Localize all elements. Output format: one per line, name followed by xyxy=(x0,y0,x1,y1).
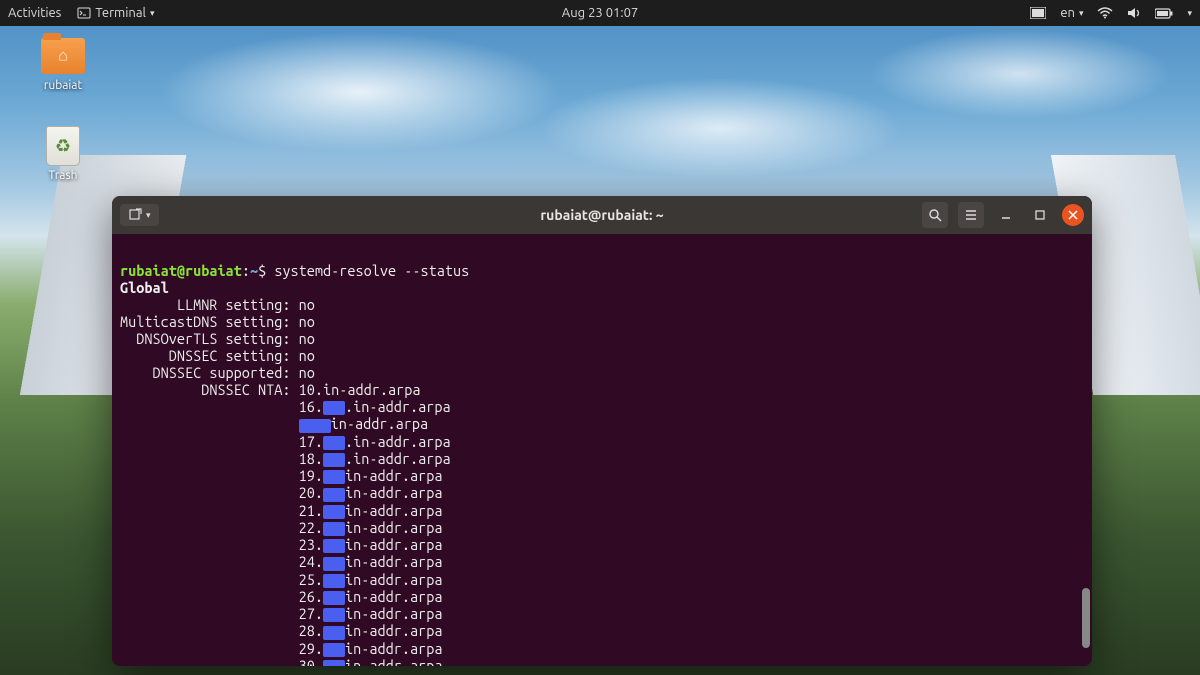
redacted-segment xyxy=(323,522,345,536)
output-nta-line: 25. in-addr.arpa xyxy=(120,571,1084,588)
redacted-segment xyxy=(323,557,345,571)
redacted-segment xyxy=(323,488,345,502)
folder-icon: ⌂ xyxy=(40,35,86,77)
output-nta-line: 17. .in-addr.arpa xyxy=(120,433,1084,450)
new-tab-icon xyxy=(128,208,142,222)
language-label: en xyxy=(1060,6,1075,20)
trash-icon: ♻ xyxy=(40,125,86,167)
redacted-segment xyxy=(323,643,345,657)
app-menu[interactable]: Terminal ▾ xyxy=(77,6,154,20)
redacted-segment xyxy=(323,453,345,467)
redacted-segment xyxy=(323,436,345,450)
minimize-icon xyxy=(1000,209,1012,221)
scrollbar-thumb[interactable] xyxy=(1082,588,1090,648)
output-nta-line: 23. in-addr.arpa xyxy=(120,536,1084,553)
prompt-line: rubaiat@rubaiat:~$ systemd-resolve --sta… xyxy=(120,262,1084,279)
redacted-segment xyxy=(323,505,345,519)
close-button[interactable] xyxy=(1062,204,1084,226)
window-title: rubaiat@rubaiat: ~ xyxy=(540,207,663,223)
output-nta-line: 28. in-addr.arpa xyxy=(120,622,1084,639)
redacted-segment xyxy=(323,608,345,622)
desktop-home-folder[interactable]: ⌂ rubaiat xyxy=(28,35,98,92)
screen-indicator-icon[interactable] xyxy=(1030,7,1046,19)
clock[interactable]: Aug 23 01:07 xyxy=(562,6,639,20)
search-icon xyxy=(928,208,942,222)
redacted-segment xyxy=(323,539,345,553)
minimize-button[interactable] xyxy=(994,203,1018,227)
battery-icon[interactable] xyxy=(1155,8,1173,19)
output-nta-line: 19. in-addr.arpa xyxy=(120,467,1084,484)
nta-first-line: DNSSEC NTA: 10.in-addr.arpa xyxy=(120,381,1084,398)
redacted-segment xyxy=(323,401,345,415)
redacted-segment xyxy=(299,419,331,433)
output-setting-line: DNSOverTLS setting: no xyxy=(120,330,1084,347)
output-setting-line: DNSSEC supported: no xyxy=(120,364,1084,381)
output-setting-line: LLMNR setting: no xyxy=(120,296,1084,313)
prompt-path: ~ xyxy=(250,262,258,279)
output-nta-line: 18. .in-addr.arpa xyxy=(120,450,1084,467)
close-icon xyxy=(1068,210,1078,220)
maximize-button[interactable] xyxy=(1028,203,1052,227)
recycle-icon: ♻ xyxy=(55,136,71,157)
gnome-top-bar: Activities Terminal ▾ Aug 23 01:07 en ▾ … xyxy=(0,0,1200,26)
redacted-segment xyxy=(323,660,345,666)
command-text: systemd-resolve --status xyxy=(274,262,469,279)
app-menu-label: Terminal xyxy=(95,6,146,20)
home-icon: ⌂ xyxy=(58,47,68,66)
output-nta-line: 26. in-addr.arpa xyxy=(120,588,1084,605)
wifi-icon[interactable] xyxy=(1097,7,1113,19)
redacted-segment xyxy=(323,626,345,640)
output-header: Global xyxy=(120,279,1084,296)
output-nta-line: 16. .in-addr.arpa xyxy=(120,398,1084,415)
terminal-output-area[interactable]: rubaiat@rubaiat:~$ systemd-resolve --sta… xyxy=(112,234,1092,666)
search-button[interactable] xyxy=(922,202,948,228)
output-nta-line: 22. in-addr.arpa xyxy=(120,519,1084,536)
output-nta-line: 27. in-addr.arpa xyxy=(120,605,1084,622)
output-setting-line: DNSSEC setting: no xyxy=(120,347,1084,364)
hamburger-menu-button[interactable] xyxy=(958,202,984,228)
desktop-icon-label: rubaiat xyxy=(44,79,82,92)
output-nta-line: 29. in-addr.arpa xyxy=(120,640,1084,657)
chevron-down-icon: ▾ xyxy=(146,210,151,221)
chevron-down-icon: ▾ xyxy=(1187,8,1192,19)
volume-icon[interactable] xyxy=(1127,7,1141,19)
output-nta-line: 20. in-addr.arpa xyxy=(120,484,1084,501)
redacted-segment xyxy=(323,470,345,484)
output-setting-line: MulticastDNS setting: no xyxy=(120,313,1084,330)
terminal-window: ▾ rubaiat@rubaiat: ~ rubaiat@rubaiat:~$ … xyxy=(112,196,1092,666)
desktop-trash[interactable]: ♻ Trash xyxy=(28,125,98,182)
redacted-segment xyxy=(323,574,345,588)
output-nta-line: 24. in-addr.arpa xyxy=(120,553,1084,570)
chevron-down-icon: ▾ xyxy=(150,8,155,19)
language-indicator[interactable]: en ▾ xyxy=(1060,6,1083,20)
output-nta-line: in-addr.arpa xyxy=(120,415,1084,432)
chevron-down-icon: ▾ xyxy=(1079,8,1084,19)
maximize-icon xyxy=(1034,209,1046,221)
output-nta-line: 21. in-addr.arpa xyxy=(120,502,1084,519)
output-nta-line: 30. in-addr.arpa xyxy=(120,657,1084,666)
activities-button[interactable]: Activities xyxy=(8,6,61,20)
window-titlebar[interactable]: ▾ rubaiat@rubaiat: ~ xyxy=(112,196,1092,234)
hamburger-icon xyxy=(964,208,978,222)
new-tab-button[interactable]: ▾ xyxy=(120,204,159,226)
desktop-icon-label: Trash xyxy=(48,169,77,182)
terminal-app-icon xyxy=(77,6,91,20)
system-menu-chevron[interactable]: ▾ xyxy=(1187,8,1192,19)
prompt-user-host: rubaiat@rubaiat xyxy=(120,262,242,279)
redacted-segment xyxy=(323,591,345,605)
